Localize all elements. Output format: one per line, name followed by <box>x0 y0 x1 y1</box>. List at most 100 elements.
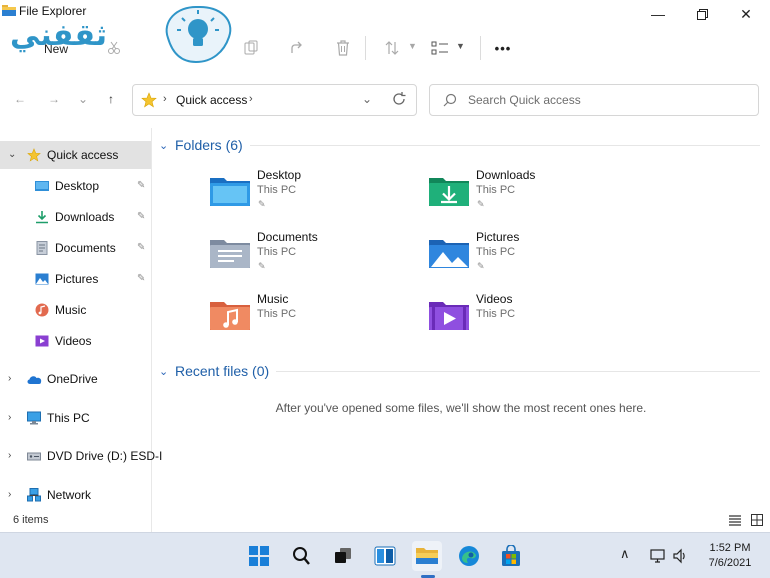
cloud-icon <box>27 376 42 384</box>
documents-folder-icon <box>210 240 250 268</box>
tiles-view-icon[interactable] <box>750 513 764 527</box>
clock-time: 1:52 PM <box>709 542 751 554</box>
details-view-icon[interactable] <box>728 513 742 527</box>
collapse-chevron-icon[interactable]: ⌄ <box>159 365 174 378</box>
delete-icon[interactable] <box>333 38 353 58</box>
recent-files-empty-message: After you've opened some files, we'll sh… <box>275 401 647 415</box>
show-hidden-icons-button[interactable]: ∧ <box>620 546 630 562</box>
view-icon[interactable] <box>430 38 450 58</box>
sort-dropdown-icon[interactable]: ▼ <box>408 41 417 51</box>
sidebar-item-documents[interactable]: Documents ✎ <box>0 234 151 262</box>
music-folder-icon <box>210 302 250 330</box>
up-button[interactable]: ↑ <box>100 88 122 110</box>
star-icon <box>141 92 157 108</box>
sidebar-item-music[interactable]: Music <box>0 296 151 324</box>
sort-icon[interactable] <box>382 38 402 58</box>
volume-icon[interactable] <box>672 548 688 564</box>
folder-name: Videos <box>476 292 513 306</box>
close-button[interactable]: ✕ <box>726 2 766 26</box>
folder-location: This PC <box>257 184 297 196</box>
clock-date: 7/6/2021 <box>708 557 752 569</box>
network-status-icon[interactable] <box>650 548 666 564</box>
folder-tile-music[interactable]: Music This PC <box>209 292 409 344</box>
sidebar-item-pictures[interactable]: Pictures ✎ <box>0 265 151 293</box>
sidebar-item-label: Music <box>55 303 87 317</box>
documents-icon <box>36 241 48 255</box>
sidebar-item-desktop[interactable]: Desktop ✎ <box>0 172 151 200</box>
pin-icon: ✎ <box>477 199 485 209</box>
item-count: 6 items <box>13 514 49 526</box>
desktop-folder-icon <box>210 178 250 206</box>
file-explorer-icon[interactable] <box>412 541 442 571</box>
maximize-icon <box>696 8 708 20</box>
collapse-chevron-icon[interactable]: ⌄ <box>159 139 174 152</box>
folder-tile-documents[interactable]: Documents This PC ✎ <box>209 230 409 282</box>
search-icon[interactable] <box>286 541 316 571</box>
expand-chevron-icon[interactable]: › <box>8 412 11 423</box>
view-dropdown-icon[interactable]: ▼ <box>456 41 465 51</box>
folder-name: Documents <box>257 230 318 244</box>
task-view-icon[interactable] <box>328 541 358 571</box>
expand-chevron-icon[interactable]: › <box>8 373 11 384</box>
address-dropdown-icon[interactable]: ⌄ <box>362 92 372 106</box>
sidebar-item-label: Pictures <box>55 272 99 286</box>
sidebar-item-network[interactable]: › Network <box>0 481 151 509</box>
folder-location: This PC <box>476 184 516 196</box>
sidebar-item-label: Quick access <box>47 148 119 162</box>
forward-button[interactable]: → <box>43 88 65 110</box>
search-box[interactable] <box>429 84 759 116</box>
maximize-button[interactable] <box>682 2 722 26</box>
pin-icon: ✎ <box>137 242 146 253</box>
sidebar-item-onedrive[interactable]: › OneDrive <box>0 365 151 393</box>
sidebar-item-label: OneDrive <box>47 372 98 386</box>
sidebar-item-dvd-drive[interactable]: › DVD Drive (D:) ESD-I <box>0 442 162 470</box>
minimize-button[interactable]: — <box>638 2 678 26</box>
sidebar-item-label: DVD Drive (D:) ESD-I <box>47 449 163 463</box>
folder-tile-pictures[interactable]: Pictures This PC ✎ <box>428 230 628 282</box>
pin-icon: ✎ <box>137 180 146 191</box>
breadcrumb-separator[interactable]: › <box>249 93 253 105</box>
download-icon <box>36 211 48 224</box>
expand-chevron-icon[interactable]: › <box>8 450 11 461</box>
pin-icon: ✎ <box>477 261 485 271</box>
collapse-chevron-icon[interactable]: ⌄ <box>8 149 16 160</box>
navigation-pane: ⌄ Quick access Desktop ✎ Downloads ✎ Doc… <box>0 128 162 534</box>
breadcrumb-separator[interactable]: › <box>163 93 167 105</box>
folders-group-header[interactable]: ⌄ Folders (6) <box>159 135 243 155</box>
sidebar-item-this-pc[interactable]: › This PC <box>0 404 151 432</box>
folder-tile-videos[interactable]: Videos This PC <box>428 292 628 344</box>
watermark-logo: ثقفني <box>6 2 234 66</box>
status-bar: 6 items <box>0 510 770 532</box>
search-icon <box>443 93 457 107</box>
refresh-icon[interactable] <box>391 91 407 107</box>
folder-tile-downloads[interactable]: Downloads This PC ✎ <box>428 168 628 220</box>
watermark-text: ثقفني <box>10 18 108 53</box>
widgets-icon[interactable] <box>370 541 400 571</box>
pin-icon: ✎ <box>258 261 266 271</box>
sidebar-item-quick-access[interactable]: ⌄ Quick access <box>0 141 151 169</box>
clock[interactable]: 1:52 PM 7/6/2021 <box>700 541 760 571</box>
store-icon[interactable] <box>496 541 526 571</box>
folders-group-title: Folders (6) <box>175 137 243 153</box>
recent-files-group-header[interactable]: ⌄ Recent files (0) <box>159 361 269 381</box>
rename-icon[interactable] <box>241 38 261 58</box>
folder-name: Pictures <box>476 230 520 244</box>
search-input[interactable] <box>468 91 748 109</box>
more-icon[interactable]: ••• <box>493 38 513 58</box>
folder-name: Desktop <box>257 168 302 182</box>
folder-location: This PC <box>476 308 516 320</box>
start-icon[interactable] <box>244 541 274 571</box>
share-icon[interactable] <box>287 38 307 58</box>
sidebar-item-videos[interactable]: Videos <box>0 327 151 355</box>
recent-locations-button[interactable]: ⌄ <box>72 88 94 110</box>
breadcrumb-quick-access[interactable]: Quick access <box>176 93 247 107</box>
edge-icon[interactable] <box>454 541 484 571</box>
expand-chevron-icon[interactable]: › <box>8 489 11 500</box>
back-button[interactable]: ← <box>9 88 31 110</box>
folder-name: Music <box>257 292 289 306</box>
sidebar-item-label: Desktop <box>55 179 100 193</box>
sidebar-item-downloads[interactable]: Downloads ✎ <box>0 203 151 231</box>
pictures-icon <box>35 273 49 285</box>
address-bar[interactable]: › Quick access › ⌄ <box>132 84 417 116</box>
folder-tile-desktop[interactable]: Desktop This PC ✎ <box>209 168 409 220</box>
